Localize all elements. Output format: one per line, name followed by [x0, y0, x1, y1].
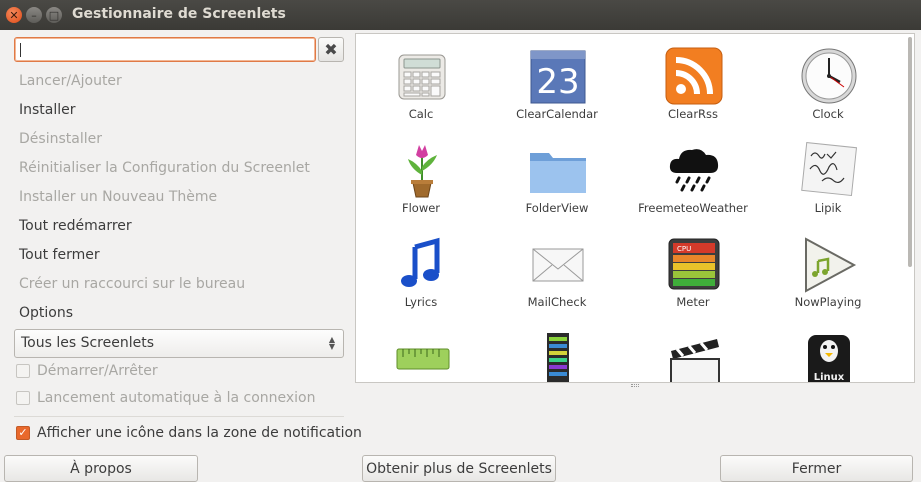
close-button[interactable]: Fermer: [720, 455, 913, 482]
action-install[interactable]: Installer: [19, 102, 76, 122]
action-close-all[interactable]: Tout fermer: [19, 247, 100, 267]
ruler-icon: [396, 348, 450, 370]
screenlet-item-flower[interactable]: Flower: [356, 131, 486, 225]
autostart-checkbox-row[interactable]: Lancement automatique à la connexion: [16, 388, 316, 408]
screenlet-item-nowplaying[interactable]: NowPlaying: [763, 225, 893, 319]
title-bar: ✕ – □ Gestionnaire de Screenlets: [0, 0, 921, 30]
window-title: Gestionnaire de Screenlets: [72, 6, 286, 22]
weather-rain-icon: [669, 149, 719, 192]
search-input[interactable]: [14, 37, 316, 62]
screenlet-item-clock[interactable]: Clock: [763, 37, 893, 131]
meter-cpu-label: CPU: [677, 245, 691, 253]
screenlet-name: MailCheck: [527, 295, 587, 309]
get-more-screenlets-button[interactable]: Obtenir plus de Screenlets: [362, 455, 556, 482]
start-stop-checkbox-row[interactable]: Démarrer/Arrêter: [16, 361, 158, 381]
clear-icon: ✖: [324, 40, 338, 59]
autostart-checkbox[interactable]: [16, 391, 30, 405]
action-options[interactable]: Options: [19, 305, 73, 325]
screenlet-item-freemeteoweather[interactable]: FreemeteoWeather: [628, 131, 758, 225]
screenlet-name: FolderView: [525, 201, 589, 215]
screenlet-name: ClearCalendar: [516, 107, 598, 121]
autostart-label: Lancement automatique à la connexion: [37, 390, 316, 406]
screenlet-name: Calc: [408, 107, 434, 121]
sticky-note-icon: [801, 141, 858, 197]
screenlet-filter-select[interactable]: Tous les Screenlets ▲ ▼: [14, 329, 344, 358]
screenlet-item-meter[interactable]: CPU Meter: [628, 225, 758, 319]
text-cursor: [20, 43, 21, 57]
play-icon: [805, 237, 857, 293]
screenlet-item-clapperboard[interactable]: [628, 319, 758, 382]
maximize-icon: □: [48, 8, 60, 22]
folder-icon: [530, 153, 586, 193]
screenlet-name: Flower: [401, 201, 441, 215]
screenlet-name: ClearRss: [667, 107, 719, 121]
tray-icon-label: Afficher une icône dans la zone de notif…: [37, 425, 362, 441]
calendar-day-text: 23: [536, 62, 579, 102]
screenlet-item-clearcalendar[interactable]: 23 ClearCalendar: [492, 37, 622, 131]
filter-selected-value: Tous les Screenlets: [21, 335, 155, 351]
linux-tux-icon: Linux: [808, 335, 850, 383]
screenlet-name: Meter: [676, 295, 710, 309]
screenlet-name: Lyrics: [404, 295, 438, 309]
clock-icon: [801, 48, 857, 104]
action-restart-all[interactable]: Tout redémarrer: [19, 218, 132, 238]
action-reset-config[interactable]: Réinitialiser la Configuration du Screen…: [19, 160, 310, 180]
tray-icon-checkbox-row[interactable]: ✓ Afficher une icône dans la zone de not…: [16, 423, 362, 443]
action-launch-add[interactable]: Lancer/Ajouter: [19, 73, 122, 93]
linux-badge-text: Linux: [814, 372, 845, 383]
start-stop-checkbox[interactable]: [16, 364, 30, 378]
screenlet-item-mailcheck[interactable]: MailCheck: [492, 225, 622, 319]
screenlet-name: Clock: [812, 107, 844, 121]
rss-icon: [665, 47, 723, 105]
equalizer-icon: [547, 333, 569, 382]
clapperboard-icon: [670, 339, 720, 382]
screenlet-name: NowPlaying: [794, 295, 862, 309]
divider: [14, 416, 344, 417]
mail-envelope-icon: [532, 248, 584, 282]
tray-icon-checkbox[interactable]: ✓: [16, 426, 30, 440]
clear-search-button[interactable]: ✖: [318, 37, 344, 62]
screenlet-item-lipik[interactable]: Lipik: [763, 131, 893, 225]
action-desktop-shortcut[interactable]: Créer un raccourci sur le bureau: [19, 276, 245, 296]
pane-resize-grip[interactable]: [631, 384, 639, 387]
screenlet-name: Lipik: [814, 201, 842, 215]
close-icon: ✕: [9, 8, 19, 22]
screenlet-item-clearrss[interactable]: ClearRss: [628, 37, 758, 131]
action-uninstall[interactable]: Désinstaller: [19, 131, 102, 151]
calendar-icon: 23: [530, 50, 586, 104]
about-button[interactable]: À propos: [4, 455, 198, 482]
screenlet-item-lyrics[interactable]: Lyrics: [356, 225, 486, 319]
cpu-meter-icon: CPU: [668, 238, 720, 290]
screenlet-name: FreemeteoWeather: [638, 201, 748, 215]
calculator-icon: [398, 54, 446, 100]
grid-scrollbar[interactable]: [908, 37, 912, 267]
screenlet-item-linux[interactable]: Linux: [763, 319, 893, 383]
screenlet-grid: Calc 23 ClearCalendar ClearRss Clock Flo…: [355, 33, 915, 383]
music-note-icon: [401, 237, 440, 287]
action-install-theme[interactable]: Installer un Nouveau Thème: [19, 189, 217, 209]
maximize-window-button[interactable]: □: [46, 7, 62, 23]
minimize-window-button[interactable]: –: [26, 7, 42, 23]
updown-arrows-icon: ▲ ▼: [328, 335, 335, 351]
flower-icon: [408, 145, 437, 198]
close-window-button[interactable]: ✕: [6, 7, 22, 23]
screenlet-item-folderview[interactable]: FolderView: [492, 131, 622, 225]
start-stop-label: Démarrer/Arrêter: [37, 363, 158, 379]
minimize-icon: –: [31, 8, 37, 22]
screenlet-item-equalizer[interactable]: [492, 319, 622, 382]
screenlet-item-ruler[interactable]: [356, 319, 486, 382]
screenlet-item-calc[interactable]: Calc: [356, 37, 486, 131]
